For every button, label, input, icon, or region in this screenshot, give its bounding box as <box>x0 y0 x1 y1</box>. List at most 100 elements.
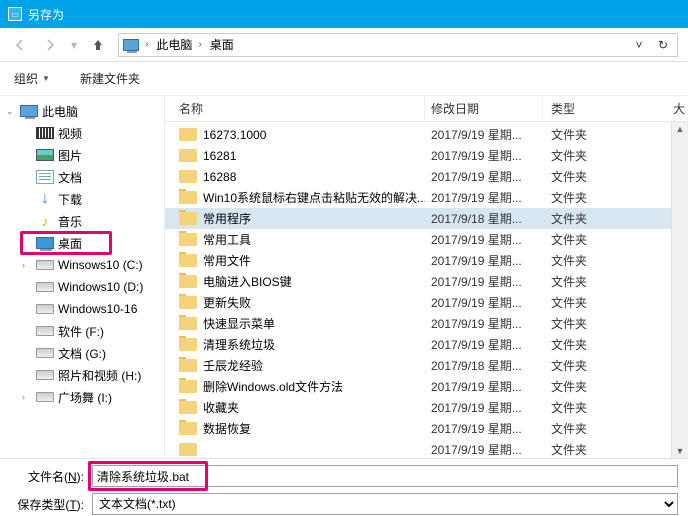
folder-icon <box>179 149 197 162</box>
sidebar-item-label: 下载 <box>58 191 82 208</box>
dl-icon: ↓ <box>36 192 54 206</box>
caret-down-icon: ⌄ <box>6 106 16 117</box>
app-icon: ▭ <box>8 7 22 21</box>
file-row[interactable]: 清理系统垃圾 2017/9/19 星期...文件夹 <box>165 334 671 355</box>
file-row[interactable]: Win10系统鼠标右键点击粘贴无效的解决...2017/9/19 星期...文件… <box>165 187 671 208</box>
file-row[interactable]: 162812017/9/19 星期...文件夹 <box>165 145 671 166</box>
pc-icon <box>123 39 139 51</box>
file-date: 2017/9/19 星期... <box>425 126 543 143</box>
file-row[interactable]: 162882017/9/19 星期...文件夹 <box>165 166 671 187</box>
sidebar-item-10[interactable]: 文档 (G:) <box>0 342 164 364</box>
file-date: 2017/9/19 星期... <box>425 273 543 290</box>
file-name: 更新失败 <box>203 294 251 311</box>
music-icon: ♪ <box>36 214 54 228</box>
recent-dropdown[interactable]: ▾ <box>66 33 82 57</box>
file-row[interactable]: 收藏夹2017/9/19 星期...文件夹 <box>165 397 671 418</box>
sidebar-item-label: 文档 <box>58 169 82 186</box>
sidebar-item-3[interactable]: ↓ 下载 <box>0 188 164 210</box>
back-button[interactable] <box>6 33 34 57</box>
file-row[interactable]: 常用程序2017/9/18 星期...文件夹 <box>165 208 671 229</box>
folder-icon <box>179 401 197 414</box>
disk-icon <box>36 304 54 314</box>
file-name: 数据恢复 <box>203 420 251 437</box>
file-row[interactable]: 壬辰龙经验2017/9/18 星期...文件夹 <box>165 355 671 376</box>
file-date: 2017/9/19 星期... <box>425 441 543 458</box>
refresh-button[interactable]: ↻ <box>653 35 673 55</box>
file-row[interactable]: 快速显示菜单2017/9/19 星期...文件夹 <box>165 313 671 334</box>
col-size[interactable]: 大 <box>670 100 688 117</box>
file-type: 文件夹 <box>543 231 587 248</box>
file-type: 文件夹 <box>543 210 587 227</box>
pc-icon <box>20 105 38 117</box>
file-type: 文件夹 <box>543 336 587 353</box>
address-dropdown[interactable]: ˅ <box>629 35 649 55</box>
file-date: 2017/9/19 星期... <box>425 189 543 206</box>
new-folder-button[interactable]: 新建文件夹 <box>74 62 146 95</box>
folder-icon <box>179 380 197 393</box>
tree-root-thispc[interactable]: ⌄ 此电脑 <box>0 100 164 122</box>
file-row[interactable]: 更新失败2017/9/19 星期...文件夹 <box>165 292 671 313</box>
file-type: 文件夹 <box>543 252 587 269</box>
disk-icon <box>36 260 54 270</box>
breadcrumb-segment[interactable]: 桌面 <box>210 36 234 53</box>
filename-input[interactable] <box>92 465 678 487</box>
folder-icon <box>179 233 197 246</box>
sidebar-item-4[interactable]: ♪音乐 <box>0 210 164 232</box>
col-date[interactable]: 修改日期 <box>425 96 543 121</box>
chevron-right-icon: › <box>143 39 150 50</box>
address-bar[interactable]: › 此电脑 › 桌面 ˅ ↻ <box>118 33 678 57</box>
scrollbar[interactable]: ▲ ▼ <box>671 122 688 458</box>
sidebar-item-2[interactable]: 文档 <box>0 166 164 188</box>
file-row[interactable]: 2017/9/19 星期...文件夹 <box>165 439 671 458</box>
sidebar-item-9[interactable]: 软件 (F:) <box>0 320 164 342</box>
file-name: 常用程序 <box>203 210 251 227</box>
sidebar-item-11[interactable]: 照片和视频 (H:) <box>0 364 164 386</box>
file-type: 文件夹 <box>543 126 587 143</box>
sidebar-item-6[interactable]: ›Winsows10 (C:) <box>0 254 164 276</box>
desk-icon <box>36 237 54 249</box>
folder-icon <box>179 275 197 288</box>
sidebar-item-label: 视频 <box>58 125 82 142</box>
folder-icon <box>179 338 197 351</box>
up-button[interactable] <box>84 33 112 57</box>
save-type-select[interactable]: 文本文档(*.txt) <box>92 493 678 515</box>
folder-icon <box>179 317 197 330</box>
save-type-label: 保存类型(T): <box>10 496 88 513</box>
file-date: 2017/9/19 星期... <box>425 378 543 395</box>
file-row[interactable]: 电脑进入BIOS键2017/9/19 星期...文件夹 <box>165 271 671 292</box>
breadcrumb-segment[interactable]: 此电脑 <box>156 36 192 53</box>
forward-button[interactable] <box>36 33 64 57</box>
file-row[interactable]: 16273.10002017/9/19 星期...文件夹 <box>165 124 671 145</box>
folder-icon <box>179 422 197 435</box>
footer: 文件名(N): 保存类型(T): 文本文档(*.txt) <box>0 458 688 516</box>
file-row[interactable]: 数据恢复2017/9/19 星期...文件夹 <box>165 418 671 439</box>
file-row[interactable]: 删除Windows.old文件方法2017/9/19 星期...文件夹 <box>165 376 671 397</box>
file-type: 文件夹 <box>543 168 587 185</box>
file-row[interactable]: 常用工具2017/9/19 星期...文件夹 <box>165 229 671 250</box>
titlebar: ▭ 另存为 <box>0 0 688 28</box>
organize-button[interactable]: 组织 ▼ <box>8 62 56 95</box>
file-name: 壬辰龙经验 <box>203 357 263 374</box>
file-row[interactable]: 常用文件 2017/9/19 星期...文件夹 <box>165 250 671 271</box>
file-name: 常用文件 <box>203 252 251 269</box>
sidebar-item-label: 文档 (G:) <box>58 345 106 362</box>
scroll-up-icon[interactable]: ▲ <box>676 122 685 136</box>
file-name: Win10系统鼠标右键点击粘贴无效的解决... <box>203 189 425 206</box>
sidebar-item-5[interactable]: 桌面 <box>0 232 164 254</box>
disk-icon <box>36 326 54 336</box>
sidebar-item-8[interactable]: Windows10-16 <box>0 298 164 320</box>
sidebar-item-label: Windows10 (D:) <box>58 280 143 294</box>
file-name: 16288 <box>203 170 236 184</box>
file-date: 2017/9/19 星期... <box>425 252 543 269</box>
file-type: 文件夹 <box>543 399 587 416</box>
sidebar-item-12[interactable]: ›广场舞 (I:) <box>0 386 164 408</box>
sidebar-item-0[interactable]: 视频 <box>0 122 164 144</box>
sidebar-item-7[interactable]: Windows10 (D:) <box>0 276 164 298</box>
file-name: 清理系统垃圾 <box>203 336 275 353</box>
disk-icon <box>36 392 54 402</box>
col-name[interactable]: 名称 <box>179 96 425 121</box>
file-date: 2017/9/19 星期... <box>425 336 543 353</box>
scroll-down-icon[interactable]: ▼ <box>676 444 685 458</box>
col-type[interactable]: 类型 <box>543 96 670 121</box>
sidebar-item-1[interactable]: 图片 <box>0 144 164 166</box>
